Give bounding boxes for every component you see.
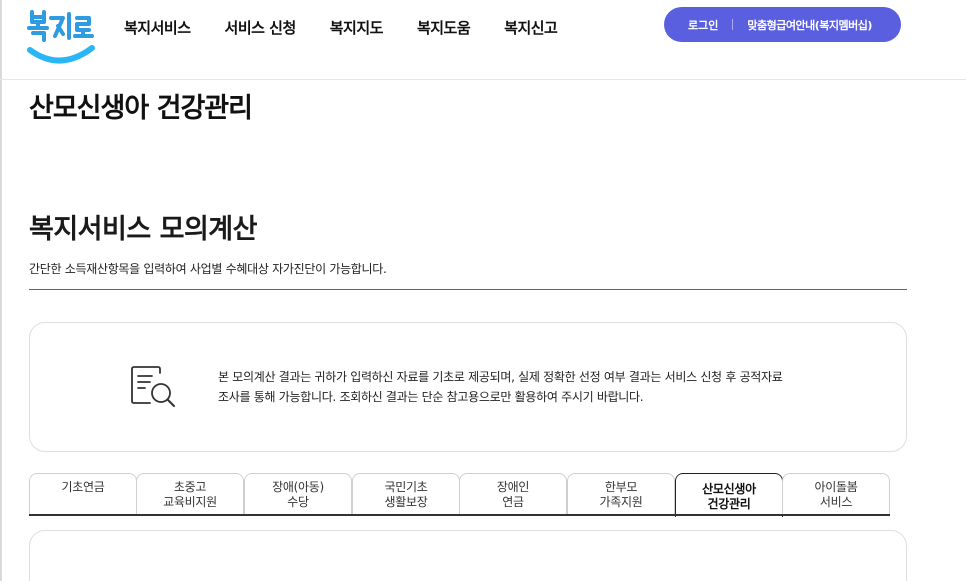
tabs-underline — [29, 514, 890, 516]
nav-welfare-help[interactable]: 복지도움 — [417, 17, 471, 38]
page-title: 산모신생아 건강관리 — [29, 93, 253, 124]
page-frame-border — [0, 0, 2, 581]
tab-maternal-newborn-care[interactable]: 산모신생아 건강관리 — [675, 473, 783, 517]
tab-label-line2: 수당 — [287, 495, 309, 509]
tab-label-line1: 한부모 — [604, 480, 638, 494]
tab-label-line2: 교육비지원 — [163, 495, 217, 509]
tab-disability-pension[interactable]: 장애인 연금 — [459, 473, 567, 515]
notice-line-1: 본 모의계산 결과는 귀하가 입력하신 자료를 기초로 제공되며, 실제 정확한… — [218, 370, 783, 384]
tab-label-line2: 가족지원 — [599, 495, 643, 509]
document-search-icon — [128, 361, 180, 413]
notice-box: 본 모의계산 결과는 귀하가 입력하신 자료를 기초로 제공되며, 실제 정확한… — [29, 322, 907, 452]
tab-label-line2: 생활보장 — [384, 495, 428, 509]
site-header: 복지서비스 서비스 신청 복지지도 복지도움 복지신고 로그인 맞춤형급여안내(… — [0, 0, 966, 80]
tab-label-line2: 건강관리 — [707, 497, 751, 511]
tab-label: 기초연금 — [61, 480, 105, 494]
notice-line-2: 조사를 통해 가능합니다. 조회하신 결과는 단순 참고용으로만 활용하여 주시… — [218, 390, 644, 404]
section-description: 간단한 소득재산항목을 입력하여 사업별 수혜대상 자가진단이 가능합니다. — [29, 262, 387, 276]
tab-label-line1: 산모신생아 — [702, 482, 756, 496]
tab-disability-allowance[interactable]: 장애(아동) 수당 — [244, 473, 352, 515]
tab-single-parent-support[interactable]: 한부모 가족지원 — [567, 473, 675, 515]
pill-divider — [732, 19, 734, 30]
section-divider — [29, 289, 907, 290]
tab-label-line1: 초중고 — [173, 480, 207, 494]
tab-label-line2: 연금 — [502, 495, 524, 509]
membership-info-link[interactable]: 맞춤형급여안내(복지멤버십) — [747, 17, 872, 33]
bokjiro-logo[interactable] — [26, 6, 102, 66]
tab-label-line2: 서비스 — [819, 495, 853, 509]
tab-basic-pension[interactable]: 기초연금 — [29, 473, 137, 515]
tab-label-line1: 아이돌봄 — [814, 480, 858, 494]
login-button[interactable]: 로그인 — [688, 17, 718, 33]
nav-welfare-map[interactable]: 복지지도 — [330, 17, 384, 38]
tab-label-line1: 장애인 — [496, 480, 530, 494]
account-pill: 로그인 맞춤형급여안내(복지멤버십) — [664, 7, 901, 42]
tab-school-education-support[interactable]: 초중고 교육비지원 — [136, 473, 244, 515]
tab-child-care-service[interactable]: 아이돌봄 서비스 — [782, 473, 890, 515]
nav-welfare-report[interactable]: 복지신고 — [504, 17, 558, 38]
calculator-form-box — [29, 530, 907, 581]
tab-basic-livelihood[interactable]: 국민기초 생활보장 — [352, 473, 460, 515]
main-nav: 복지서비스 서비스 신청 복지지도 복지도움 복지신고 — [124, 17, 591, 38]
notice-text: 본 모의계산 결과는 귀하가 입력하신 자료를 기초로 제공되며, 실제 정확한… — [218, 367, 783, 407]
tab-label-line1: 장애(아동) — [272, 480, 324, 494]
tab-label-line1: 국민기초 — [384, 480, 428, 494]
nav-welfare-services[interactable]: 복지서비스 — [124, 17, 191, 38]
nav-service-application[interactable]: 서비스 신청 — [225, 17, 297, 38]
section-title: 복지서비스 모의계산 — [29, 214, 257, 245]
